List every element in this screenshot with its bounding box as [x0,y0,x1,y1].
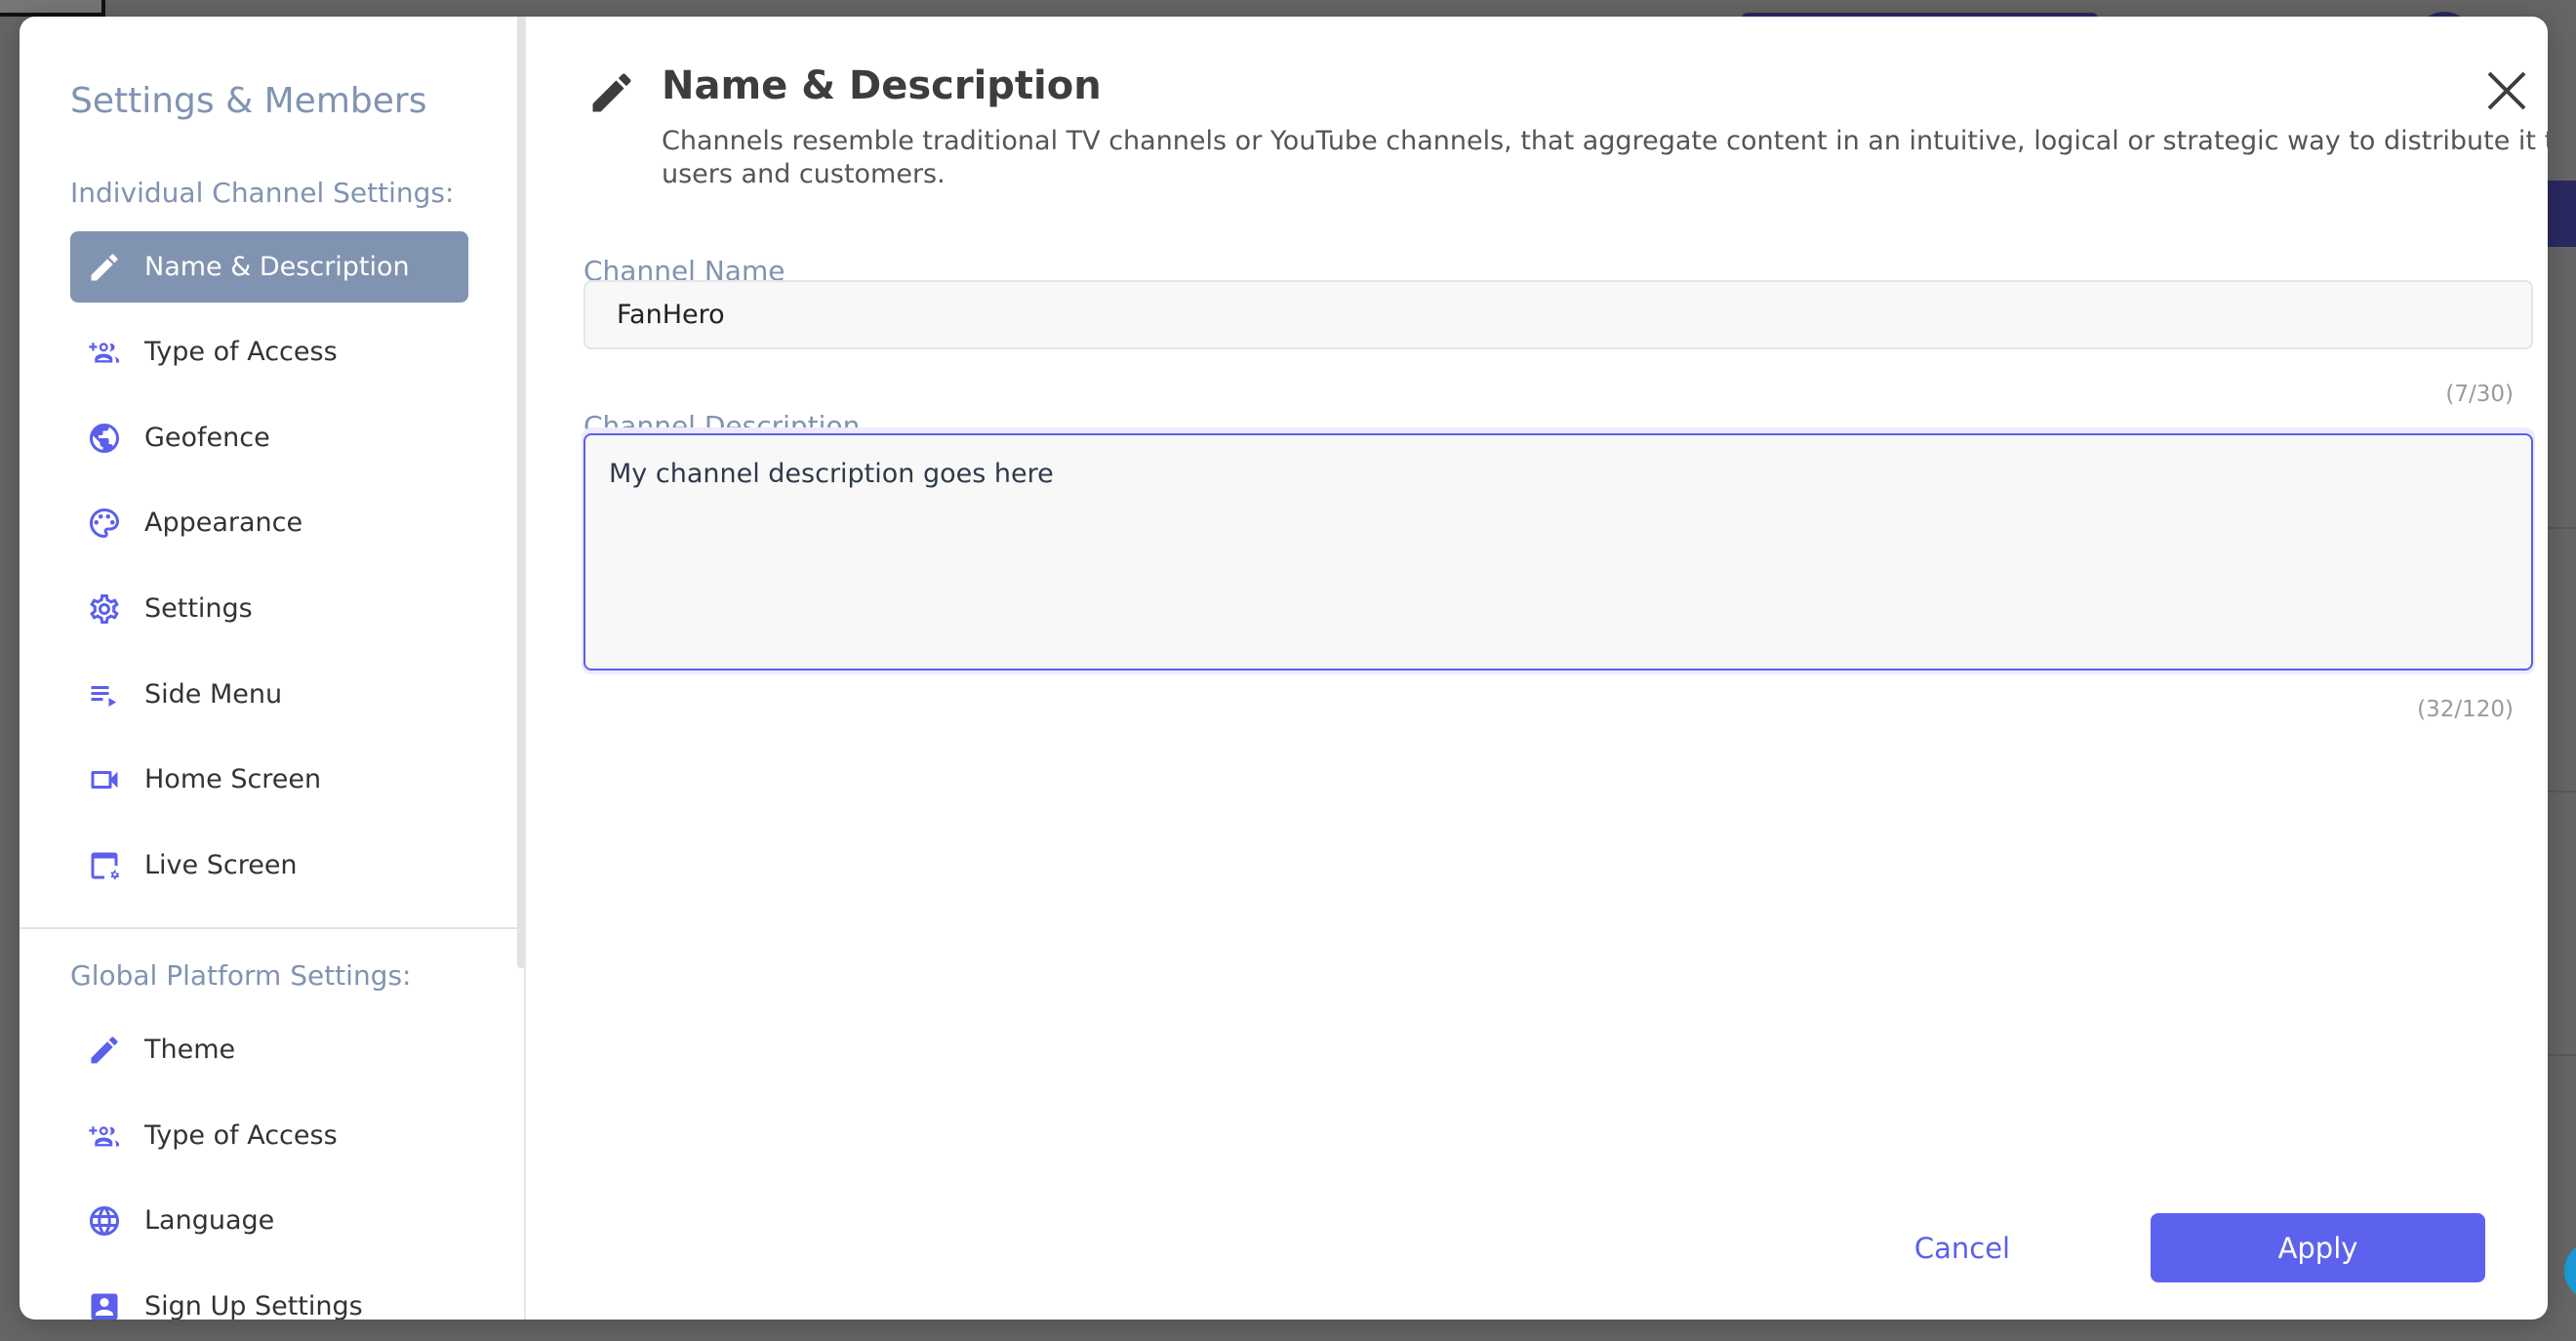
gear-icon [84,589,125,630]
channel-description-focus-ring: My channel description goes here [582,427,2535,674]
name-description-panel: Name & Description Channels resemble tra… [528,17,2548,1320]
sidebar-item-label: Type of Access [144,1120,338,1151]
channel-description-counter: (32/120) [2417,697,2514,722]
sidebar-item-label: Settings [144,593,253,624]
sidebar-item-settings[interactable]: Settings [70,573,468,644]
video-camera-icon [84,759,125,800]
background-tab-strip [2548,181,2576,247]
channel-name-input[interactable] [584,280,2533,349]
pencil-icon [84,1030,125,1071]
pencil-icon [84,247,125,288]
sidebar-item-side-menu[interactable]: Side Menu [70,659,468,730]
channel-description-textarea[interactable]: My channel description goes here [584,433,2533,670]
sidebar-item-theme[interactable]: Theme [70,1014,468,1085]
menu-play-icon [84,674,125,715]
pencil-icon [586,67,637,118]
sidebar-item-name-description[interactable]: Name & Description [70,231,468,303]
sidebar-item-label: Sign Up Settings [144,1291,363,1320]
globe-filled-icon [84,418,125,459]
background-logo [0,0,105,17]
sidebar-scrollbar[interactable] [517,17,524,968]
sidebar-title: Settings & Members [70,81,427,121]
close-icon [2487,71,2526,110]
sidebar-item-label: Language [144,1205,275,1236]
panel-description: Channels resemble traditional TV channel… [662,126,2548,189]
sidebar-item-label: Home Screen [144,764,322,794]
panel-title: Name & Description [662,63,1102,108]
sidebar-item-label: Side Menu [144,679,283,710]
close-button[interactable] [2485,69,2528,112]
sidebar-item-label: Appearance [144,508,303,538]
sidebar-item-label: Live Screen [144,850,298,880]
background-row-divider [2548,1054,2576,1056]
sidebar-item-home-screen[interactable]: Home Screen [70,744,468,815]
account-box-icon [84,1286,125,1320]
group-add-icon [84,1116,125,1157]
background-row-divider [2548,791,2576,792]
group-add-icon [84,332,125,373]
sidebar-item-label: Theme [144,1035,236,1065]
sidebar-item-geofence[interactable]: Geofence [70,402,468,473]
channel-name-counter: (7/30) [2445,382,2514,407]
individual-section-heading: Individual Channel Settings: [70,177,455,209]
settings-modal: Settings & Members Individual Channel Se… [20,17,2548,1320]
cancel-button[interactable]: Cancel [1913,1214,2011,1282]
apply-button[interactable]: Apply [2151,1213,2485,1282]
sidebar-item-appearance[interactable]: Appearance [70,487,468,558]
sidebar-item-label: Name & Description [144,252,410,282]
global-section-heading: Global Platform Settings: [70,959,412,992]
sidebar-item-type-of-access[interactable]: Type of Access [70,316,468,387]
sidebar-item-language[interactable]: Language [70,1185,468,1256]
background-row-divider [2548,527,2576,529]
sidebar-item-label: Type of Access [144,337,338,367]
sidebar-item-global-type-of-access[interactable]: Type of Access [70,1100,468,1171]
sidebar-section-divider [20,927,517,929]
language-globe-icon [84,1200,125,1241]
sidebar-item-label: Geofence [144,423,270,453]
sidebar-item-live-screen[interactable]: Live Screen [70,830,468,901]
screen-settings-icon [84,845,125,886]
settings-sidebar: Settings & Members Individual Channel Se… [20,17,526,1320]
sidebar-item-sign-up-settings[interactable]: Sign Up Settings [70,1271,468,1320]
palette-icon [84,503,125,544]
